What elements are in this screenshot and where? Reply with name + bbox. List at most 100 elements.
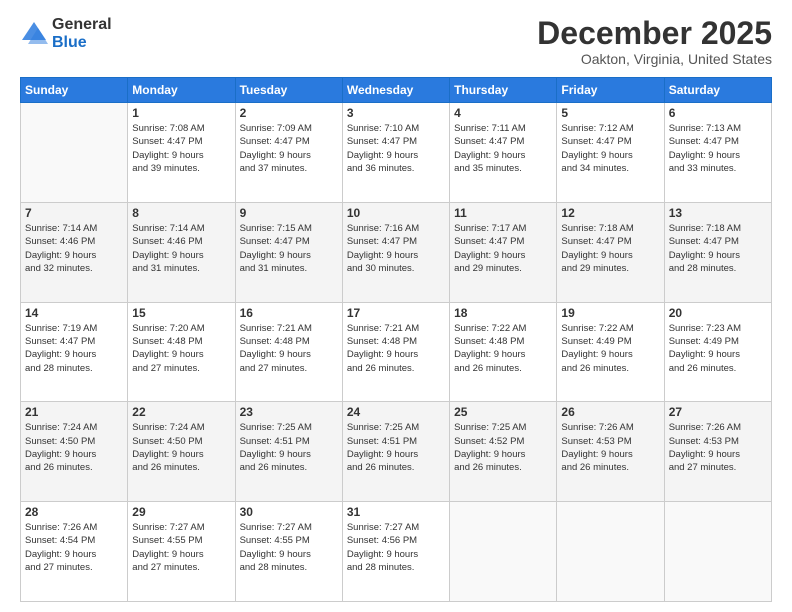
table-row: 23Sunrise: 7:25 AM Sunset: 4:51 PM Dayli… [235, 402, 342, 502]
day-info: Sunrise: 7:25 AM Sunset: 4:51 PM Dayligh… [240, 421, 338, 474]
day-number: 16 [240, 306, 338, 320]
calendar-row: 21Sunrise: 7:24 AM Sunset: 4:50 PM Dayli… [21, 402, 772, 502]
table-row: 1 Sunrise: 7:08 AM Sunset: 4:47 PM Daylig… [128, 103, 235, 203]
day-info: Sunrise: 7:14 AM Sunset: 4:46 PM Dayligh… [25, 222, 123, 275]
day-info: Sunrise: 7:22 AM Sunset: 4:49 PM Dayligh… [561, 322, 659, 375]
table-row: 30 Sunrise: 7:27 AM Sunset: 4:55 PM Dayli… [235, 502, 342, 602]
table-row: 24Sunrise: 7:25 AM Sunset: 4:51 PM Dayli… [342, 402, 449, 502]
day-info: Sunrise: 7:13 AM Sunset: 4:47 PM Dayligh… [669, 122, 767, 175]
day-number: 12 [561, 206, 659, 220]
day-number: 2 [240, 106, 338, 120]
calendar-row: 14 Sunrise: 7:19 AM Sunset: 4:47 PM Dayli… [21, 302, 772, 402]
day-number: 25 [454, 405, 552, 419]
table-row: 2 Sunrise: 7:09 AM Sunset: 4:47 PM Daylig… [235, 103, 342, 203]
day-number: 27 [669, 405, 767, 419]
calendar-subtitle: Oakton, Virginia, United States [537, 51, 772, 67]
day-number: 22 [132, 405, 230, 419]
table-row [557, 502, 664, 602]
day-info: Sunrise: 7:26 AM Sunset: 4:53 PM Dayligh… [669, 421, 767, 474]
day-info: Sunrise: 7:24 AM Sunset: 4:50 PM Dayligh… [132, 421, 230, 474]
day-number: 5 [561, 106, 659, 120]
day-info: Sunrise: 7:18 AM Sunset: 4:47 PM Dayligh… [561, 222, 659, 275]
day-number: 15 [132, 306, 230, 320]
day-number: 18 [454, 306, 552, 320]
day-number: 4 [454, 106, 552, 120]
day-info: Sunrise: 7:12 AM Sunset: 4:47 PM Dayligh… [561, 122, 659, 175]
day-info: Sunrise: 7:24 AM Sunset: 4:50 PM Dayligh… [25, 421, 123, 474]
title-block: December 2025 Oakton, Virginia, United S… [537, 16, 772, 67]
day-number: 20 [669, 306, 767, 320]
calendar-table: Sunday Monday Tuesday Wednesday Thursday… [20, 77, 772, 602]
day-info: Sunrise: 7:14 AM Sunset: 4:46 PM Dayligh… [132, 222, 230, 275]
day-info: Sunrise: 7:20 AM Sunset: 4:48 PM Dayligh… [132, 322, 230, 375]
table-row: 12 Sunrise: 7:18 AM Sunset: 4:47 PM Dayli… [557, 202, 664, 302]
table-row [450, 502, 557, 602]
table-row: 15 Sunrise: 7:20 AM Sunset: 4:48 PM Dayli… [128, 302, 235, 402]
day-info: Sunrise: 7:18 AM Sunset: 4:47 PM Dayligh… [669, 222, 767, 275]
calendar-row: 7 Sunrise: 7:14 AM Sunset: 4:46 PM Daylig… [21, 202, 772, 302]
table-row: 26Sunrise: 7:26 AM Sunset: 4:53 PM Dayli… [557, 402, 664, 502]
table-row: 20 Sunrise: 7:23 AM Sunset: 4:49 PM Dayli… [664, 302, 771, 402]
table-row: 4Sunrise: 7:11 AM Sunset: 4:47 PM Daylig… [450, 103, 557, 203]
col-saturday: Saturday [664, 78, 771, 103]
table-row: 19Sunrise: 7:22 AM Sunset: 4:49 PM Dayli… [557, 302, 664, 402]
day-info: Sunrise: 7:22 AM Sunset: 4:48 PM Dayligh… [454, 322, 552, 375]
day-info: Sunrise: 7:27 AM Sunset: 4:56 PM Dayligh… [347, 521, 445, 574]
table-row: 25 Sunrise: 7:25 AM Sunset: 4:52 PM Dayli… [450, 402, 557, 502]
day-number: 13 [669, 206, 767, 220]
table-row: 6 Sunrise: 7:13 AM Sunset: 4:47 PM Daylig… [664, 103, 771, 203]
day-number: 31 [347, 505, 445, 519]
day-number: 1 [132, 106, 230, 120]
day-number: 6 [669, 106, 767, 120]
calendar-row: 1 Sunrise: 7:08 AM Sunset: 4:47 PM Daylig… [21, 103, 772, 203]
table-row: 22 Sunrise: 7:24 AM Sunset: 4:50 PM Dayli… [128, 402, 235, 502]
day-info: Sunrise: 7:23 AM Sunset: 4:49 PM Dayligh… [669, 322, 767, 375]
col-sunday: Sunday [21, 78, 128, 103]
day-info: Sunrise: 7:08 AM Sunset: 4:47 PM Dayligh… [132, 122, 230, 175]
calendar-body: 1 Sunrise: 7:08 AM Sunset: 4:47 PM Daylig… [21, 103, 772, 602]
day-number: 7 [25, 206, 123, 220]
col-tuesday: Tuesday [235, 78, 342, 103]
day-number: 30 [240, 505, 338, 519]
day-info: Sunrise: 7:21 AM Sunset: 4:48 PM Dayligh… [347, 322, 445, 375]
table-row: 7 Sunrise: 7:14 AM Sunset: 4:46 PM Daylig… [21, 202, 128, 302]
day-number: 24 [347, 405, 445, 419]
col-monday: Monday [128, 78, 235, 103]
day-number: 28 [25, 505, 123, 519]
table-row [21, 103, 128, 203]
day-number: 17 [347, 306, 445, 320]
day-info: Sunrise: 7:25 AM Sunset: 4:52 PM Dayligh… [454, 421, 552, 474]
table-row: 31 Sunrise: 7:27 AM Sunset: 4:56 PM Dayli… [342, 502, 449, 602]
table-row: 3 Sunrise: 7:10 AM Sunset: 4:47 PM Daylig… [342, 103, 449, 203]
day-info: Sunrise: 7:09 AM Sunset: 4:47 PM Dayligh… [240, 122, 338, 175]
day-number: 29 [132, 505, 230, 519]
table-row: 29Sunrise: 7:27 AM Sunset: 4:55 PM Dayli… [128, 502, 235, 602]
calendar-title: December 2025 [537, 16, 772, 51]
col-wednesday: Wednesday [342, 78, 449, 103]
day-info: Sunrise: 7:17 AM Sunset: 4:47 PM Dayligh… [454, 222, 552, 275]
day-info: Sunrise: 7:10 AM Sunset: 4:47 PM Dayligh… [347, 122, 445, 175]
day-number: 3 [347, 106, 445, 120]
day-info: Sunrise: 7:19 AM Sunset: 4:47 PM Dayligh… [25, 322, 123, 375]
day-number: 14 [25, 306, 123, 320]
day-info: Sunrise: 7:27 AM Sunset: 4:55 PM Dayligh… [240, 521, 338, 574]
day-number: 26 [561, 405, 659, 419]
logo-icon [20, 20, 48, 48]
day-info: Sunrise: 7:26 AM Sunset: 4:54 PM Dayligh… [25, 521, 123, 574]
table-row: 13 Sunrise: 7:18 AM Sunset: 4:47 PM Dayli… [664, 202, 771, 302]
table-row: 21Sunrise: 7:24 AM Sunset: 4:50 PM Dayli… [21, 402, 128, 502]
page: General Blue December 2025 Oakton, Virgi… [0, 0, 792, 612]
logo-text: General Blue [52, 16, 112, 51]
table-row: 14 Sunrise: 7:19 AM Sunset: 4:47 PM Dayli… [21, 302, 128, 402]
logo: General Blue [20, 16, 112, 51]
table-row: 9Sunrise: 7:15 AM Sunset: 4:47 PM Daylig… [235, 202, 342, 302]
table-row: 27 Sunrise: 7:26 AM Sunset: 4:53 PM Dayli… [664, 402, 771, 502]
table-row [664, 502, 771, 602]
table-row: 16Sunrise: 7:21 AM Sunset: 4:48 PM Dayli… [235, 302, 342, 402]
table-row: 10Sunrise: 7:16 AM Sunset: 4:47 PM Dayli… [342, 202, 449, 302]
day-info: Sunrise: 7:15 AM Sunset: 4:47 PM Dayligh… [240, 222, 338, 275]
header: General Blue December 2025 Oakton, Virgi… [20, 16, 772, 67]
table-row: 18 Sunrise: 7:22 AM Sunset: 4:48 PM Dayli… [450, 302, 557, 402]
header-row: Sunday Monday Tuesday Wednesday Thursday… [21, 78, 772, 103]
logo-general-text: General [52, 16, 112, 33]
